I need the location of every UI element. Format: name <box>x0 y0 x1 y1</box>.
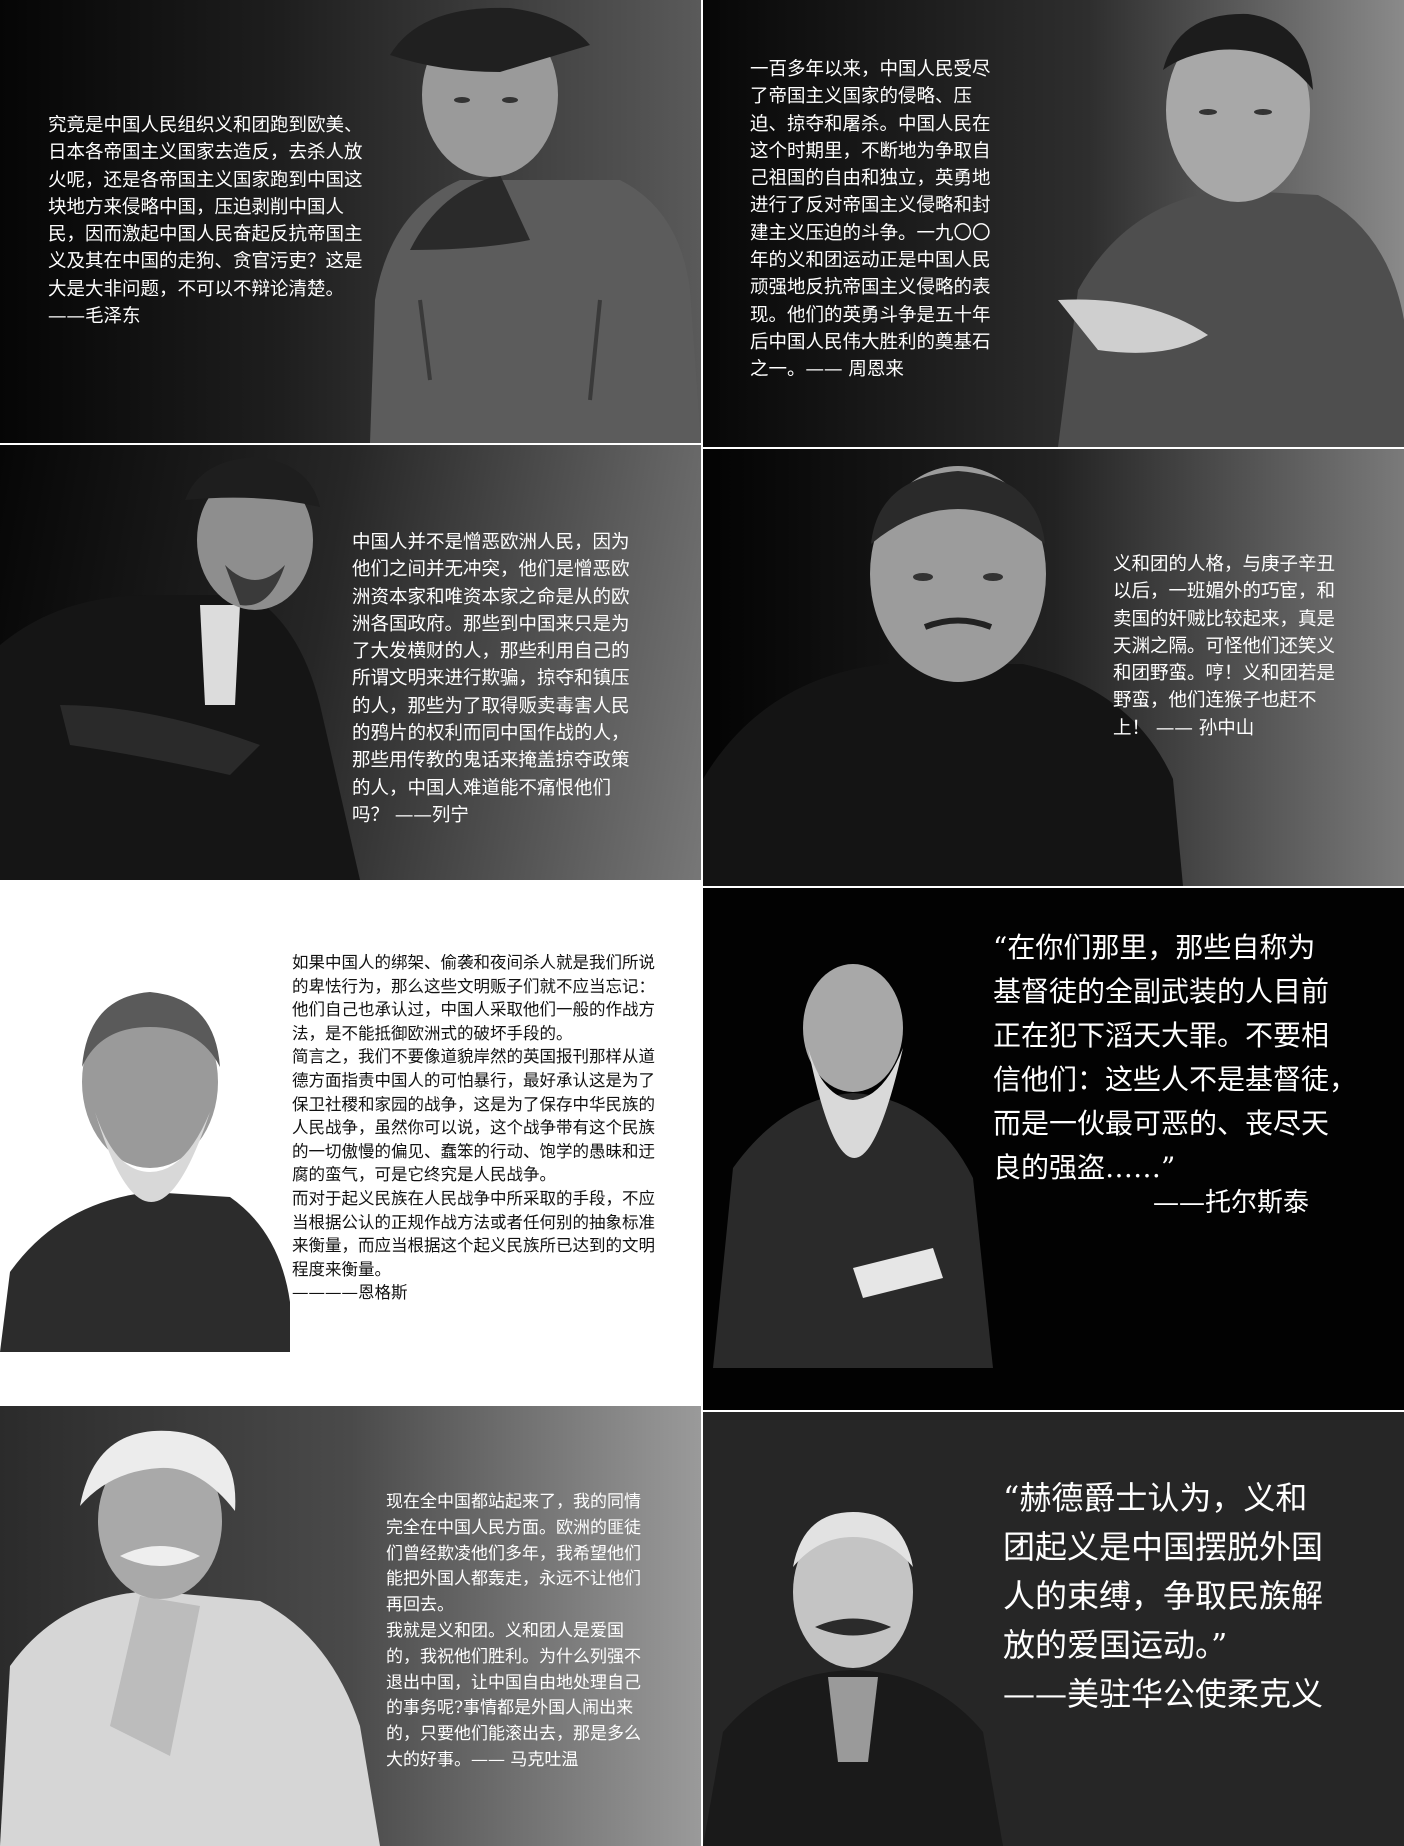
engels-quote: 如果中国人的绑架、偷袭和夜间杀人就是我们所说 的卑怯行为，那么这些文明贩子们就不… <box>292 953 655 1303</box>
quote-panel-twain: 现在全中国都站起来了，我的同情 完全在中国人民方面。欧洲的匪徒 们曾经欺凌他们多… <box>0 1406 701 1846</box>
engels-portrait <box>0 972 290 1352</box>
quote-panel-lenin: 中国人并不是憎恶欧洲人民，因为 他们之间并无冲突，他们是憎恶欧 洲资本家和唯资本… <box>0 445 701 880</box>
zhou-portrait <box>1018 0 1404 447</box>
lenin-portrait <box>0 445 360 880</box>
quote-panel-sun: 义和团的人格，与庚子辛丑 以后，一班媚外的巧宦，和 卖国的奸贼比较起来，真是 天… <box>703 449 1404 886</box>
lenin-quote: 中国人并不是憎恶欧洲人民，因为 他们之间并无冲突，他们是憎恶欧 洲资本家和唯资本… <box>352 532 630 826</box>
tolstoy-quote: “在你们那里，那些自称为 基督徒的全副武装的人目前 正在犯下滔天大罪。不要相 信… <box>993 931 1358 1184</box>
twain-quote: 现在全中国都站起来了，我的同情 完全在中国人民方面。欧洲的匪徒 们曾经欺凌他们多… <box>386 1492 641 1770</box>
mao-quote: 究竟是中国人民组织义和团跑到欧美、 日本各帝国主义国家去造反，去杀人放 火呢，还… <box>48 115 363 328</box>
tolstoy-portrait <box>703 948 1003 1368</box>
sun-quote: 义和团的人格，与庚子辛丑 以后，一班媚外的巧宦，和 卖国的奸贼比较起来，真是 天… <box>1113 554 1336 739</box>
mao-portrait <box>350 0 701 443</box>
quote-panel-mao: 究竟是中国人民组织义和团跑到欧美、 日本各帝国主义国家去造反，去杀人放 火呢，还… <box>0 0 701 443</box>
quote-panel-rockhill: “赫德爵士认为，义和 团起义是中国摆脱外国 人的束缚，争取民族解 放的爱国运动。… <box>703 1412 1404 1846</box>
zhou-quote: 一百多年以来，中国人民受尽 了帝国主义国家的侵略、压 迫、掠夺和屠杀。中国人民在… <box>750 59 991 381</box>
quote-panel-tolstoy: “在你们那里，那些自称为 基督徒的全副武装的人目前 正在犯下滔天大罪。不要相 信… <box>703 888 1404 1410</box>
tolstoy-attribution: ——托尔斯泰 <box>1153 1188 1310 1218</box>
rockhill-quote: “赫德爵士认为，义和 团起义是中国摆脱外国 人的束缚，争取民族解 放的爱国运动。… <box>1003 1479 1324 1713</box>
quote-panel-zhou: 一百多年以来，中国人民受尽 了帝国主义国家的侵略、压 迫、掠夺和屠杀。中国人民在… <box>703 0 1404 447</box>
rockhill-portrait <box>703 1502 1003 1846</box>
twain-portrait <box>0 1426 400 1846</box>
quote-panel-engels: 如果中国人的绑架、偷袭和夜间杀人就是我们所说 的卑怯行为，那么这些文明贩子们就不… <box>0 882 701 1404</box>
